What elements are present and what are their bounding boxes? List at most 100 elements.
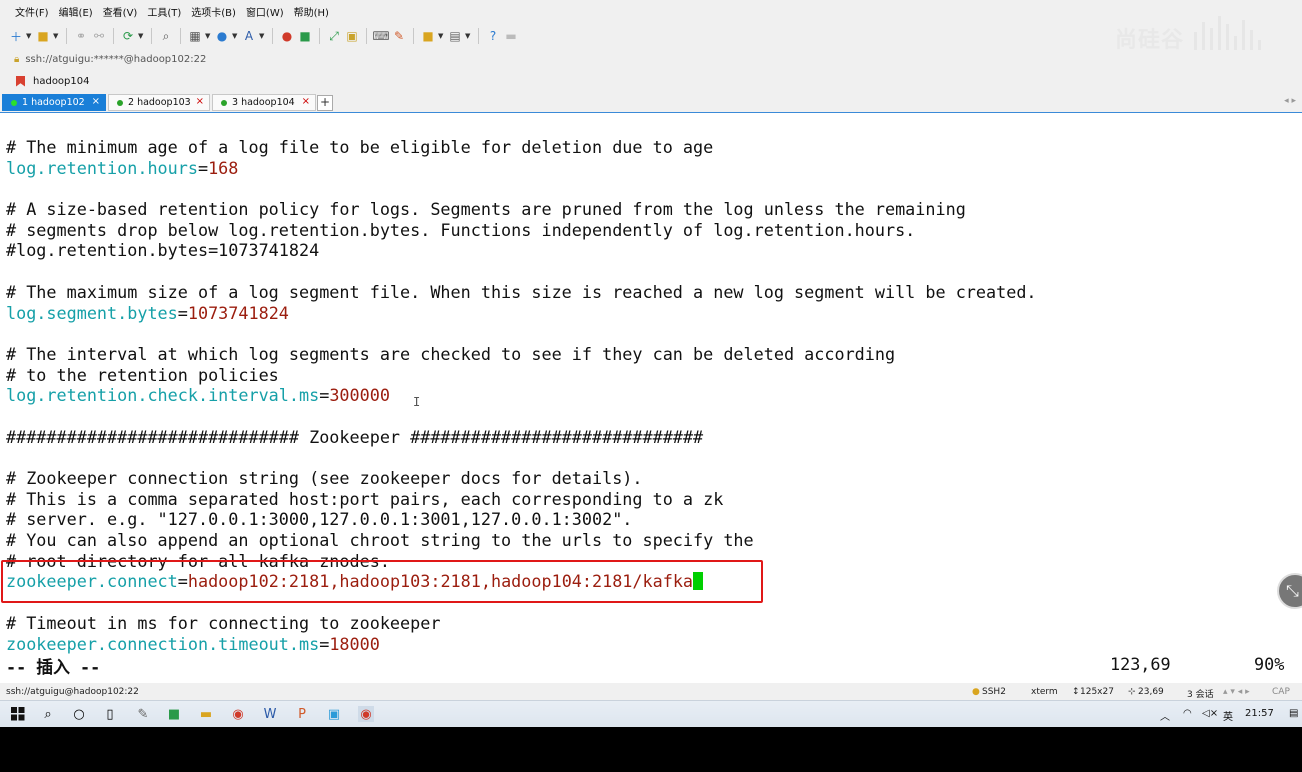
tray-chevron-up-icon[interactable]: ︿: [1160, 708, 1170, 723]
properties-icon[interactable]: ▦: [187, 28, 203, 44]
menu-tools[interactable]: 工具(T): [142, 4, 186, 24]
address-bar[interactable]: 🔒︎ ssh://atguigu:******@hadoop102:22: [0, 50, 1302, 68]
word-app-icon[interactable]: W: [262, 706, 278, 722]
keyboard-icon[interactable]: ⌨: [372, 28, 389, 44]
chevron-down-icon[interactable]: ▼: [232, 32, 239, 40]
highlight-box: [1, 560, 763, 603]
config-key: log.retention.check.interval.ms: [6, 385, 320, 406]
terminal-text-segment: =: [177, 302, 188, 323]
chevron-down-icon[interactable]: ▼: [465, 32, 472, 40]
chevron-down-icon[interactable]: ▼: [53, 32, 60, 40]
font-icon[interactable]: A: [241, 28, 257, 44]
floating-collapse-button[interactable]: ⤡: [1277, 573, 1302, 609]
reconnect-icon[interactable]: ⟳: [120, 28, 136, 44]
menu-edit[interactable]: 编辑(E): [54, 4, 98, 24]
terminal-line: # The maximum size of a log segment file…: [6, 282, 1037, 303]
terminal-text-segment: =: [197, 157, 209, 178]
transfer-icon[interactable]: ■: [420, 28, 436, 44]
terminal-line: # The minimum age of a log file to be el…: [6, 137, 1037, 158]
close-icon[interactable]: ×: [196, 96, 204, 107]
terminal-line: # A size-based retention policy for logs…: [6, 199, 1037, 220]
globe-icon[interactable]: ●: [214, 28, 230, 44]
layout-icon[interactable]: ▤: [447, 28, 463, 44]
menu-tabs[interactable]: 选项卡(B): [186, 4, 241, 24]
tab-hadoop102[interactable]: 1 hadoop102 ×: [2, 94, 106, 111]
terminal-text-segment: # The interval at which log segments are…: [6, 343, 896, 364]
pen-icon[interactable]: ✎: [391, 28, 407, 44]
editor-app-icon[interactable]: ■: [166, 706, 182, 722]
connected-status-icon: [11, 99, 17, 106]
search-icon[interactable]: ⌕: [40, 706, 56, 722]
session-cursor: 23,69: [1138, 687, 1164, 697]
menu-view[interactable]: 查看(V): [98, 4, 143, 24]
xftp-icon[interactable]: ●: [279, 28, 295, 44]
add-tab-button[interactable]: +: [317, 95, 333, 111]
menu-bar: 文件(F) 编辑(E) 查看(V) 工具(T) 选项卡(B) 窗口(W) 帮助(…: [0, 4, 1302, 24]
help-icon[interactable]: ?: [485, 28, 501, 44]
terminal-line: # Zookeeper connection string (see zooke…: [6, 468, 1037, 489]
terminal-area[interactable]: # The minimum age of a log file to be el…: [0, 113, 1302, 683]
clock[interactable]: 21:57: [1245, 708, 1274, 719]
terminal-text-segment: ############################# Zookeeper …: [6, 426, 704, 447]
brand-logo-bars: [1192, 10, 1282, 50]
powerpoint-app-icon[interactable]: P: [294, 706, 310, 722]
session-nav-arrows[interactable]: ▴ ▾ ◂ ▸: [1223, 687, 1250, 697]
chevron-down-icon[interactable]: ▼: [438, 32, 445, 40]
chevron-down-icon[interactable]: ▼: [259, 32, 266, 40]
session-protocol: SSH2: [982, 687, 1006, 697]
terminal-text-segment: # This is a comma separated host:port pa…: [6, 488, 724, 509]
vim-scroll-percent: 90%: [1254, 654, 1285, 674]
bookmark-icon: [16, 75, 25, 87]
notification-icon[interactable]: ▤: [1289, 708, 1298, 719]
config-key: log.retention.hours: [6, 157, 198, 178]
cursor-position-icon: ⊹: [1128, 687, 1136, 697]
open-folder-icon[interactable]: ■: [35, 28, 51, 44]
tab-scroll-arrows[interactable]: ◂ ▸: [1284, 96, 1296, 106]
connect-icon[interactable]: ⚭: [73, 28, 89, 44]
tab-hadoop104[interactable]: 3 hadoop104 ×: [212, 94, 316, 111]
new-session-icon[interactable]: ＋: [8, 28, 24, 44]
terminal-text-segment: #log.retention.bytes=1073741824: [6, 240, 320, 261]
windows-start-icon[interactable]: [10, 706, 26, 722]
menu-window[interactable]: 窗口(W): [241, 4, 289, 24]
lock-icon[interactable]: ▣: [344, 28, 360, 44]
terminal-text-segment: # The maximum size of a log segment file…: [6, 281, 1037, 302]
xshell-window: 文件(F) 编辑(E) 查看(V) 工具(T) 选项卡(B) 窗口(W) 帮助(…: [0, 0, 1302, 727]
session-terminal-type: xterm: [1031, 687, 1058, 697]
app-icon[interactable]: ▣: [326, 706, 342, 722]
close-icon[interactable]: ×: [92, 96, 100, 107]
tab-hadoop103[interactable]: 2 hadoop103 ×: [108, 94, 210, 111]
connected-status-icon: [117, 99, 123, 106]
terminal-line: # This is a comma separated host:port pa…: [6, 489, 1037, 510]
wifi-icon[interactable]: ◠: [1183, 708, 1192, 719]
menu-help[interactable]: 帮助(H): [289, 4, 334, 24]
config-value: 168: [208, 157, 239, 178]
chevron-down-icon[interactable]: ▼: [205, 32, 212, 40]
disconnect-icon[interactable]: ⚯: [91, 28, 107, 44]
terminal-text-segment: # Zookeeper connection string (see zooke…: [6, 468, 643, 488]
terminal-text-segment: # A size-based retention policy for logs…: [6, 199, 966, 220]
file-explorer-icon[interactable]: ▬: [198, 706, 214, 722]
close-icon[interactable]: ×: [302, 96, 310, 107]
lock-icon: ●: [972, 687, 980, 697]
menu-file[interactable]: 文件(F): [10, 4, 54, 24]
chevron-down-icon[interactable]: ▼: [138, 32, 145, 40]
bookmark-hadoop104[interactable]: hadoop104: [33, 76, 89, 87]
session-size: 125x27: [1080, 687, 1114, 697]
vim-cursor-position: 123,69: [1110, 654, 1171, 674]
fullscreen-icon[interactable]: ⤢: [326, 28, 342, 44]
task-view-icon[interactable]: ▯: [102, 706, 118, 722]
caps-lock-indicator: CAP: [1272, 687, 1290, 697]
xmanager-icon[interactable]: ■: [297, 28, 313, 44]
toolbar-divider: [113, 28, 114, 44]
volume-icon[interactable]: ◁×: [1202, 708, 1218, 719]
notepad-app-icon[interactable]: ✎: [135, 706, 151, 722]
ime-indicator[interactable]: 英: [1223, 708, 1233, 723]
chevron-down-icon[interactable]: ▼: [26, 32, 33, 40]
config-key: zookeeper.connection.timeout.ms: [6, 633, 320, 654]
chat-icon[interactable]: ▬: [503, 28, 519, 44]
cortana-icon[interactable]: ○: [71, 706, 87, 722]
chrome-app-icon[interactable]: ◉: [230, 706, 246, 722]
xshell-app-icon[interactable]: ◉: [358, 706, 374, 722]
search-icon[interactable]: ⌕: [158, 28, 174, 44]
